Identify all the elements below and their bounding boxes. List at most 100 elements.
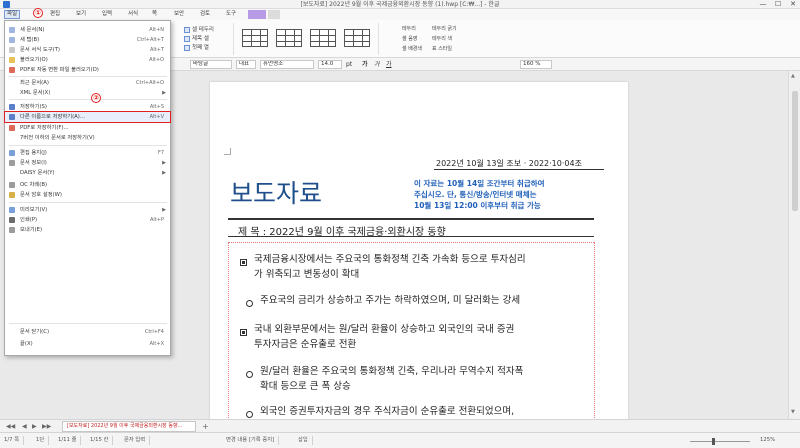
- style-select[interactable]: 바탕글: [190, 60, 232, 69]
- folder-icon: [9, 57, 15, 63]
- check-first-column[interactable]: 첫째 열: [184, 43, 209, 51]
- close-button[interactable]: ✕: [786, 0, 800, 9]
- menu-format[interactable]: 서식: [126, 10, 140, 19]
- menu-separator: [9, 76, 167, 77]
- minimize-button[interactable]: —: [756, 0, 770, 9]
- menu-item-daisy[interactable]: DAISY 문서(Y) ▶: [5, 168, 170, 178]
- next-tab-icon[interactable]: ▶: [32, 421, 37, 432]
- status-track-changes[interactable]: 변경 내용 [기록 중지]: [226, 436, 280, 445]
- menu-separator: [9, 323, 167, 324]
- menu-item-toc[interactable]: OC 차례(B): [5, 180, 170, 190]
- paragraph-3-line-2: 투자자금은 순유출로 전환: [254, 339, 357, 350]
- italic-button[interactable]: 가: [374, 60, 380, 69]
- menu-view[interactable]: 보기: [74, 10, 88, 19]
- menu-item-template[interactable]: 문서 서식 도구(T) Alt+T: [5, 45, 170, 55]
- page-setup-icon: [9, 150, 15, 156]
- menu-item-recent[interactable]: 최근 문서(A) Ctrl+Alt+O: [5, 78, 170, 88]
- table-style-3[interactable]: [310, 29, 336, 47]
- menu-page[interactable]: 쪽: [150, 10, 159, 19]
- menu-separator: [9, 99, 167, 100]
- vertical-scrollbar[interactable]: ▲ ▼: [788, 71, 800, 419]
- menu-item-exit[interactable]: 끝(X) Alt+X: [5, 339, 170, 349]
- status-line: 1/11 줄: [58, 436, 82, 445]
- menu-item-page-setup[interactable]: 편집 용지(J) F7: [5, 148, 170, 158]
- table-options-group: 셀 테두리 제목 셀 첫째 열: [180, 23, 234, 55]
- menu-item-xml[interactable]: XML 문서(X) ▶: [5, 88, 170, 98]
- scrollbar-thumb[interactable]: [792, 91, 798, 211]
- table-style-1[interactable]: [242, 29, 268, 47]
- callout-1: ①: [33, 8, 43, 18]
- square-bullet: [240, 259, 247, 266]
- menu-item-new-tab[interactable]: 새 탭(B) Ctrl+Alt+T: [5, 35, 170, 45]
- menu-item-preview[interactable]: 미리보기(V) ▶: [5, 205, 170, 215]
- table-layout-tab[interactable]: [268, 10, 280, 19]
- menu-item-print[interactable]: 인쇄(P) Alt+P: [5, 215, 170, 225]
- font-size-input[interactable]: 14.0: [318, 60, 342, 69]
- menu-item-doc-info[interactable]: 문서 정보(I) ▶: [5, 158, 170, 168]
- underline-button[interactable]: 가: [386, 60, 392, 69]
- cell-shade-button[interactable]: 셀 음영: [402, 35, 417, 42]
- guide-left: [228, 242, 229, 422]
- document-tab[interactable]: [보도자료] 2022년 9월 이후 국제금융외환시장 동향...: [62, 421, 196, 432]
- zoom-level[interactable]: 125%: [760, 436, 779, 445]
- circle-bullet: [246, 300, 253, 307]
- new-tab-icon: [9, 37, 15, 43]
- menu-item-save-legacy[interactable]: 7버전 이하의 문서로 저장하기(V): [5, 133, 170, 143]
- menu-item-close-doc[interactable]: 문서 닫기(C) Ctrl+F4: [5, 327, 170, 337]
- font-select[interactable]: 휴먼명조: [260, 60, 314, 69]
- table-style-4[interactable]: [344, 29, 370, 47]
- add-tab-button[interactable]: +: [202, 421, 209, 432]
- menu-item-new[interactable]: 새 문서(N) Alt+N: [5, 25, 170, 35]
- table-style-button[interactable]: 표 스타일: [432, 45, 452, 52]
- scroll-down-icon[interactable]: ▼: [791, 409, 795, 415]
- scroll-up-icon[interactable]: ▲: [791, 73, 795, 79]
- line-spacing-input[interactable]: 160 %: [520, 60, 552, 69]
- menu-item-open-pdf[interactable]: PDF로 자동 변환 파일 불러오기(D): [5, 65, 170, 75]
- check-header-cell[interactable]: 제목 셀: [184, 34, 209, 42]
- subject-box: 제 목 : 2022년 9월 이후 국제금융·외환시장 동향: [228, 218, 594, 238]
- title-bar: [보도자료] 2022년 9월 이후 국제금융외환시장 동향 (1).hwp […: [0, 0, 800, 9]
- menu-item-password[interactable]: 문서 암호 설정(W): [5, 190, 170, 200]
- bold-button[interactable]: 가: [362, 60, 368, 69]
- table-context-tab[interactable]: [248, 10, 266, 19]
- menu-item-save[interactable]: 저장하기(S) Alt+S: [5, 102, 170, 112]
- document-tab-bar: ◀◀ ◀ ▶ ▶▶ [보도자료] 2022년 9월 이후 국제금융외환시장 동향…: [0, 419, 800, 432]
- cell-bg-button[interactable]: 셀 배경색: [402, 45, 422, 52]
- maximize-button[interactable]: ☐: [771, 0, 785, 9]
- circle-bullet: [246, 371, 253, 378]
- status-bar: 1/7 쪽 1단 1/11 줄 1/15 칸 문자 입력 변경 내용 [기록 중…: [0, 432, 800, 448]
- border-button[interactable]: 테두리: [402, 25, 416, 32]
- menu-insert[interactable]: 입력: [100, 10, 114, 19]
- menu-edit[interactable]: 편집: [48, 10, 62, 19]
- menu-file[interactable]: 파일: [4, 10, 21, 19]
- paragraph-1-line-1: 국제금융시장에서는 주요국의 통화정책 긴축 가속화 등으로 투자심리: [254, 254, 526, 265]
- circle-bullet: [246, 411, 253, 418]
- zoom-slider[interactable]: [690, 441, 750, 442]
- menu-security[interactable]: 보안: [172, 10, 186, 19]
- menu-item-save-as[interactable]: 다른 이름으로 저장하기(A)... Alt+V: [4, 111, 171, 123]
- guide-top: [228, 242, 594, 243]
- submenu-arrow-icon: ▶: [162, 160, 166, 166]
- crop-mark: [224, 148, 231, 155]
- status-page[interactable]: 1/7 쪽: [4, 436, 25, 445]
- menu-tools[interactable]: 도구: [224, 10, 238, 19]
- status-insert-mode[interactable]: 삽입: [298, 436, 313, 445]
- menu-review[interactable]: 검토: [198, 10, 212, 19]
- menu-item-send[interactable]: 보내기(E): [5, 225, 170, 235]
- zoom-slider-handle[interactable]: [712, 438, 715, 445]
- status-input-mode: 문자 입력: [124, 436, 151, 445]
- menu-separator: [9, 145, 167, 146]
- menu-item-open[interactable]: 불러오기(O) Alt+O: [5, 55, 170, 65]
- paragraph-3-line-1: 국내 외환부문에서는 원/달러 환율이 상승하고 외국인의 국내 증권: [254, 324, 515, 335]
- last-tab-icon[interactable]: ▶▶: [42, 421, 51, 432]
- border-width-button[interactable]: 테두리 굵기: [432, 25, 457, 32]
- menu-item-save-pdf[interactable]: PDF로 저장하기(F)...: [5, 123, 170, 133]
- document-page[interactable]: 2022년 10월 13일 조보 · 2022·10·04조 보도자료 이 자료…: [210, 82, 628, 422]
- table-style-2[interactable]: [276, 29, 302, 47]
- prev-tab-icon[interactable]: ◀: [22, 421, 27, 432]
- submenu-arrow-icon: ▶: [162, 90, 166, 96]
- first-tab-icon[interactable]: ◀◀: [6, 421, 15, 432]
- check-cell-border[interactable]: 셀 테두리: [184, 25, 214, 33]
- font-lang-select[interactable]: 대표: [236, 60, 256, 69]
- border-color-button[interactable]: 테두리 색: [432, 35, 452, 42]
